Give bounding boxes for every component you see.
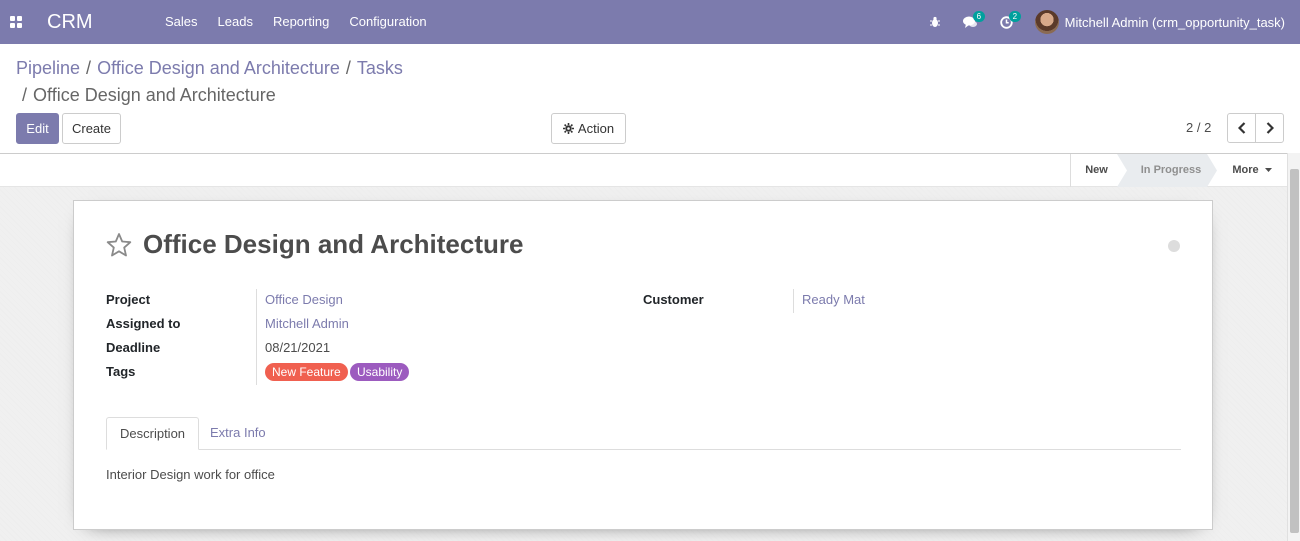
star-priority-icon[interactable]: [106, 232, 132, 258]
edit-button[interactable]: Edit: [16, 113, 59, 144]
tab-extra-info[interactable]: Extra Info: [197, 417, 279, 450]
systray: 6 2 Mitchell Admin (crm_opportunity_task…: [917, 0, 1300, 44]
stage-in-progress[interactable]: In Progress: [1117, 154, 1217, 187]
top-navbar: CRM Sales Leads Reporting Configuration …: [0, 0, 1300, 44]
tab-description[interactable]: Description: [106, 417, 200, 450]
user-avatar: [1034, 10, 1059, 34]
breadcrumb-current: Office Design and Architecture: [33, 85, 276, 105]
activities-clock-icon[interactable]: 2: [989, 0, 1025, 44]
notebook-tabs: Description Extra Info: [106, 417, 1181, 450]
assigned-to-field[interactable]: Mitchell Admin: [265, 316, 349, 331]
menu-item-reporting[interactable]: Reporting: [263, 0, 339, 44]
create-button[interactable]: Create: [62, 113, 121, 144]
pager-value: 2 / 2: [1186, 120, 1212, 135]
stage-statusbar: New In Progress More: [0, 153, 1300, 187]
breadcrumb-opportunity[interactable]: Office Design and Architecture: [97, 58, 340, 78]
debug-bug-icon[interactable]: [917, 0, 953, 44]
description-text[interactable]: Interior Design work for office: [106, 467, 275, 482]
chevron-left-icon: [1237, 122, 1245, 134]
caret-down-icon: [1264, 168, 1272, 173]
deadline-field[interactable]: 08/21/2021: [265, 340, 330, 355]
breadcrumb-pipeline[interactable]: Pipeline: [16, 58, 80, 78]
kanban-state-dot[interactable]: [1168, 240, 1180, 252]
breadcrumb-tasks[interactable]: Tasks: [357, 58, 403, 78]
title-row: Office Design and Architecture: [106, 229, 523, 260]
activities-count-badge: 2: [1008, 11, 1022, 22]
customer-field[interactable]: Ready Mat: [802, 292, 865, 307]
scrollbar-thumb[interactable]: [1290, 169, 1299, 533]
menu-item-leads[interactable]: Leads: [208, 0, 263, 44]
assigned-to-label: Assigned to: [106, 316, 181, 331]
menu-item-sales[interactable]: Sales: [155, 0, 208, 44]
action-label: Action: [577, 121, 615, 136]
tags-label: Tags: [106, 364, 136, 379]
field-divider: [256, 289, 257, 385]
pager-next-button[interactable]: [1255, 113, 1284, 143]
chevron-right-icon: [1266, 122, 1274, 134]
menu-item-configuration[interactable]: Configuration: [339, 0, 436, 44]
stage-new[interactable]: New: [1070, 154, 1122, 187]
vertical-scrollbar[interactable]: [1287, 153, 1300, 541]
stage-more-dropdown[interactable]: More: [1222, 154, 1282, 187]
breadcrumb: Pipeline / Office Design and Architecture /…: [16, 58, 403, 105]
main-menu: Sales Leads Reporting Configuration: [155, 0, 437, 44]
tag-usability[interactable]: Usability: [350, 363, 410, 381]
record-title[interactable]: Office Design and Architecture: [143, 229, 523, 260]
messages-count-badge: 6: [972, 11, 986, 22]
pager-previous-button[interactable]: [1227, 113, 1256, 143]
user-name: Mitchell Admin (crm_opportunity_task): [1064, 14, 1285, 30]
form-sheet: Office Design and Architecture Project O…: [73, 200, 1213, 530]
gear-icon: [562, 123, 574, 134]
apps-menu-icon[interactable]: [0, 0, 32, 44]
app-name[interactable]: CRM: [47, 11, 139, 34]
customer-label: Customer: [643, 292, 704, 307]
user-menu[interactable]: Mitchell Admin (crm_opportunity_task): [1034, 10, 1300, 34]
tag-new-feature[interactable]: New Feature: [265, 363, 348, 381]
project-field[interactable]: Office Design: [265, 292, 343, 307]
stage-more-label: More: [1232, 164, 1259, 176]
deadline-label: Deadline: [106, 340, 161, 355]
action-button[interactable]: Action: [551, 113, 626, 144]
project-label: Project: [106, 292, 151, 307]
field-divider: [793, 289, 794, 313]
messages-icon[interactable]: 6: [953, 0, 989, 44]
